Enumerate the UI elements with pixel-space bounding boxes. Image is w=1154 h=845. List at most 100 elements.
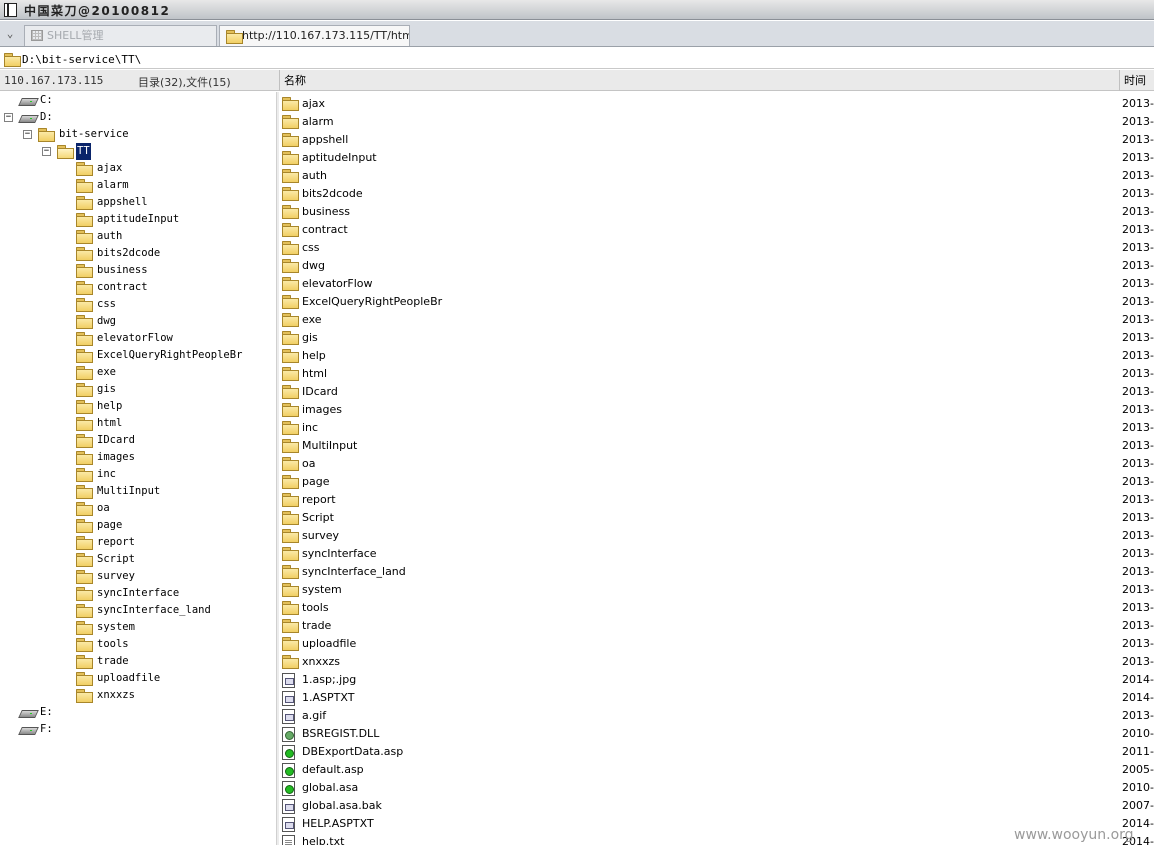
tree-label: IDcard [97, 434, 135, 446]
file-row[interactable]: ExcelQueryRightPeopleBr 2013-0 [279, 293, 1154, 311]
tree-label: aptitudeInput [97, 213, 180, 225]
file-name: DBExportData.asp [302, 745, 404, 758]
folder-icon [282, 277, 299, 291]
collapse-icon[interactable]: − [42, 147, 51, 156]
file-name: tools [302, 601, 329, 614]
file-name: uploadfile [302, 637, 357, 650]
folder-icon [282, 547, 299, 561]
tree-label: dwg [97, 315, 116, 327]
column-header-time[interactable]: 时间 [1119, 70, 1154, 91]
title-bar: 中国菜刀@20100812 [0, 0, 1154, 20]
file-row[interactable]: ajax 2013-0 [279, 95, 1154, 113]
file-row[interactable]: xnxxzs 2013-0 [279, 653, 1154, 671]
file-row[interactable]: auth 2013-0 [279, 167, 1154, 185]
tree-label: xnxxzs [97, 689, 135, 701]
file-time: 2013-0 [1122, 295, 1154, 308]
folder-icon [282, 349, 299, 363]
file-row[interactable]: system 2013-0 [279, 581, 1154, 599]
folder-icon [282, 601, 299, 615]
tab-label: http://110.167.173.115/TT/html... [242, 29, 410, 42]
file-row[interactable]: elevatorFlow 2013-0 [279, 275, 1154, 293]
file-row[interactable]: 1.asp;.jpg 2014-0 [279, 671, 1154, 689]
file-row[interactable]: contract 2013-0 [279, 221, 1154, 239]
asp-file-icon [282, 745, 295, 760]
file-row[interactable]: business 2013-1 [279, 203, 1154, 221]
file-row[interactable]: trade 2013-0 [279, 617, 1154, 635]
folder-icon [76, 434, 93, 448]
file-row[interactable]: html 2013-0 [279, 365, 1154, 383]
file-name: BSREGIST.DLL [302, 727, 380, 740]
file-row[interactable]: alarm 2013-0 [279, 113, 1154, 131]
file-name: alarm [302, 115, 334, 128]
folder-icon [76, 655, 93, 669]
file-time: 2013-0 [1122, 547, 1154, 560]
file-row[interactable]: global.asa 2010-0 [279, 779, 1154, 797]
folder-icon [282, 385, 299, 399]
tree-label: inc [97, 468, 116, 480]
file-row[interactable]: images 2013-0 [279, 401, 1154, 419]
exe-file-icon [282, 691, 295, 706]
file-row[interactable]: aptitudeInput 2013-0 [279, 149, 1154, 167]
file-time: 2013-0 [1122, 439, 1154, 452]
folder-icon [76, 196, 93, 210]
folder-icon [282, 475, 299, 489]
tree-label: survey [97, 570, 135, 582]
file-name: help [302, 349, 326, 362]
file-time: 2013-0 [1122, 115, 1154, 128]
file-time: 2013-0 [1122, 349, 1154, 362]
tree-label: business [97, 264, 148, 276]
file-name: global.asa.bak [302, 799, 382, 812]
file-row[interactable]: bits2dcode 2013-0 [279, 185, 1154, 203]
file-row[interactable]: MultiInput 2013-0 [279, 437, 1154, 455]
folder-icon [76, 587, 93, 601]
file-row[interactable]: a.gif 2013-0 [279, 707, 1154, 725]
file-row[interactable]: uploadfile 2013-0 [279, 635, 1154, 653]
file-name: IDcard [302, 385, 338, 398]
file-row[interactable]: gis 2013-0 [279, 329, 1154, 347]
asp-file-icon [282, 763, 295, 778]
file-row[interactable]: help 2013-0 [279, 347, 1154, 365]
file-row[interactable]: syncInterface 2013-0 [279, 545, 1154, 563]
tree-label: page [97, 519, 123, 531]
file-row[interactable]: DBExportData.asp 2011-0 [279, 743, 1154, 761]
file-row[interactable]: survey 2013-1 [279, 527, 1154, 545]
file-row[interactable]: page 2013-1 [279, 473, 1154, 491]
folder-icon [282, 619, 299, 633]
folder-icon [76, 315, 93, 329]
file-row[interactable]: inc 2013-0 [279, 419, 1154, 437]
file-row[interactable]: dwg 2013-0 [279, 257, 1154, 275]
file-row[interactable]: tools 2013-0 [279, 599, 1154, 617]
file-row[interactable]: BSREGIST.DLL 2010-1 [279, 725, 1154, 743]
file-row[interactable]: Script 2013-0 [279, 509, 1154, 527]
folder-icon [76, 672, 93, 686]
collapse-icon[interactable]: − [4, 113, 13, 122]
file-name: report [302, 493, 336, 506]
file-row[interactable]: global.asa.bak 2007-0 [279, 797, 1154, 815]
file-name: Script [302, 511, 334, 524]
folder-icon [282, 133, 299, 147]
file-row[interactable]: default.asp 2005-0 [279, 761, 1154, 779]
file-name: page [302, 475, 330, 488]
path-input[interactable]: D:\bit-service\TT\ [22, 53, 141, 66]
file-row[interactable]: exe 2013-0 [279, 311, 1154, 329]
file-name: dwg [302, 259, 325, 272]
file-row[interactable]: IDcard 2013-0 [279, 383, 1154, 401]
chevron-down-icon[interactable]: ⌄ [0, 24, 20, 44]
file-row[interactable]: appshell 2013-0 [279, 131, 1154, 149]
file-row[interactable]: syncInterface_land 2013-0 [279, 563, 1154, 581]
window-icon [4, 3, 17, 17]
tree-label: appshell [97, 196, 148, 208]
file-row[interactable]: report 2013-0 [279, 491, 1154, 509]
tab-shell-manager[interactable]: SHELL管理 [24, 25, 217, 46]
file-row[interactable]: oa 2013-0 [279, 455, 1154, 473]
file-time: 2013-0 [1122, 385, 1154, 398]
file-row[interactable]: 1.ASPTXT 2014-0 [279, 689, 1154, 707]
folder-icon [76, 400, 93, 414]
collapse-icon[interactable]: − [23, 130, 32, 139]
tab-file-manager[interactable]: http://110.167.173.115/TT/html... [219, 25, 410, 46]
file-row[interactable]: css 2013-0 [279, 239, 1154, 257]
tree-label: uploadfile [97, 672, 161, 684]
column-header-name[interactable]: 名称 [279, 70, 1119, 91]
file-name: syncInterface_land [302, 565, 406, 578]
file-name: global.asa [302, 781, 359, 794]
